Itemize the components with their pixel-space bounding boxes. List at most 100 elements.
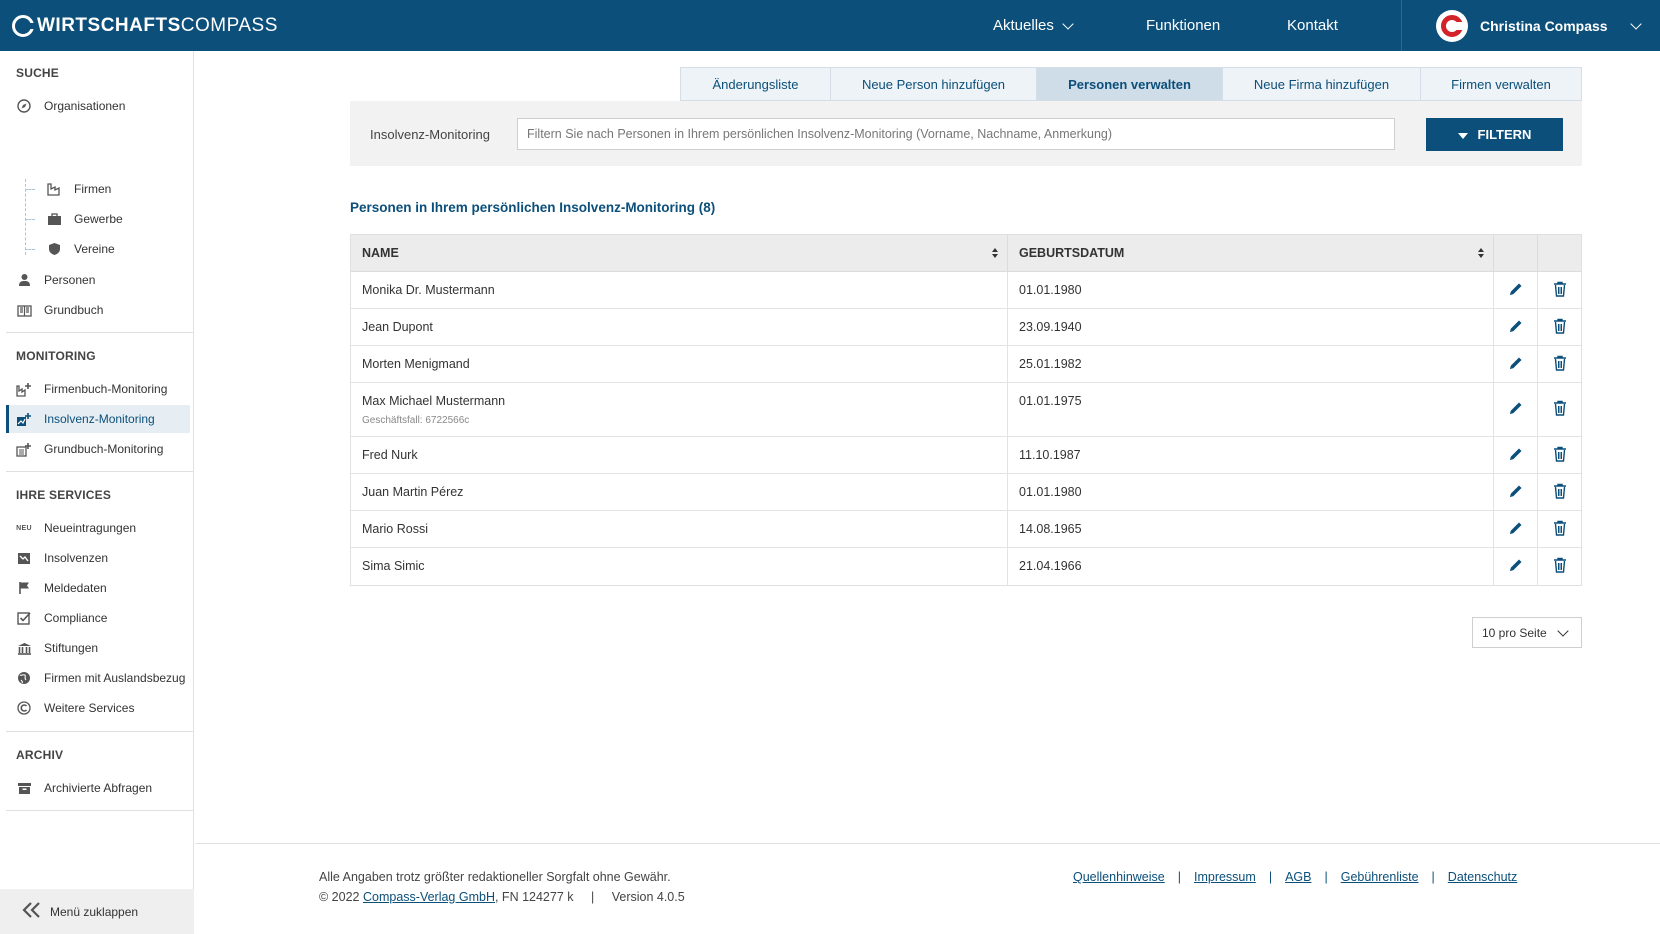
brand-logo[interactable]: WIRTSCHAFTSCOMPASS: [12, 14, 278, 38]
tab-firmen-verwalten[interactable]: Firmen verwalten: [1420, 67, 1582, 101]
birthdate: 23.09.1940: [1019, 320, 1082, 334]
footer-link-gebuehrenliste[interactable]: Gebührenliste: [1341, 870, 1419, 884]
sidebar-item-label: Firmen mit Auslandsbezug: [44, 671, 186, 685]
shield-icon: [46, 241, 62, 257]
version: Version 4.0.5: [611, 890, 685, 904]
globe-icon: [16, 670, 32, 686]
collapse-menu-label: Menü zuklappen: [50, 905, 139, 919]
cell-birthdate: 23.09.1940: [1008, 309, 1494, 345]
book-icon: [16, 302, 32, 318]
sidebar-item-label: Archivierte Abfragen: [44, 781, 153, 795]
cell-name: Monika Dr. Mustermann: [351, 272, 1008, 308]
copyright-prefix: © 2022: [319, 890, 360, 904]
edit-button[interactable]: [1494, 474, 1538, 510]
delete-button[interactable]: [1538, 474, 1581, 510]
trash-icon: [1553, 446, 1567, 465]
top-bar: WIRTSCHAFTSCOMPASS Aktuelles Funktionen …: [0, 0, 1660, 51]
delete-button[interactable]: [1538, 309, 1581, 345]
sidebar-item-stiftungen[interactable]: Stiftungen: [6, 634, 190, 662]
delete-button[interactable]: [1538, 346, 1581, 382]
chevron-down-icon: [1629, 17, 1642, 30]
column-header-label: NAME: [362, 246, 399, 260]
delete-button[interactable]: [1538, 383, 1581, 436]
edit-button[interactable]: [1494, 346, 1538, 382]
filter-button-label: FILTERN: [1477, 127, 1532, 142]
person-name: Juan Martin Pérez: [362, 485, 464, 499]
filter-button[interactable]: FILTERN: [1426, 118, 1563, 151]
archive-icon: [16, 780, 32, 796]
compass-red-logo-icon: [1436, 9, 1468, 42]
sidebar-item-meldedaten[interactable]: Meldedaten: [6, 574, 190, 602]
cell-name: Jean Dupont: [351, 309, 1008, 345]
company-link[interactable]: Compass-Verlag GmbH: [363, 890, 495, 904]
chevron-down-icon: [1062, 17, 1074, 30]
table-row: Jean Dupont 23.09.1940: [351, 309, 1581, 346]
nav-kontakt[interactable]: Kontakt: [1287, 0, 1338, 51]
delete-button[interactable]: [1538, 548, 1581, 585]
sidebar-item-grundbuch-monitoring[interactable]: Grundbuch-Monitoring: [6, 435, 190, 463]
chevron-down-icon: [1557, 625, 1569, 637]
cell-name: Sima Simic: [351, 548, 1008, 585]
sidebar-item-insolvenzen[interactable]: Insolvenzen: [6, 544, 190, 572]
filter-input[interactable]: [517, 118, 1395, 150]
delete-button[interactable]: [1538, 272, 1581, 308]
footer-disclaimer: Alle Angaben trotz größter redaktionelle…: [319, 870, 671, 884]
cell-name: Fred Nurk: [351, 437, 1008, 473]
footer-link-impressum[interactable]: Impressum: [1194, 870, 1256, 884]
nav-funktionen[interactable]: Funktionen: [1146, 0, 1220, 51]
c-logo-icon: [16, 700, 32, 716]
sidebar-item-compliance[interactable]: Compliance: [6, 604, 190, 632]
brand-name-light: COMPASS: [180, 15, 278, 36]
edit-button[interactable]: [1494, 511, 1538, 547]
tab-personen-verwalten[interactable]: Personen verwalten: [1036, 67, 1222, 101]
person-name: Mario Rossi: [362, 522, 428, 536]
tab-aenderungsliste[interactable]: Änderungsliste: [680, 67, 830, 101]
edit-button[interactable]: [1494, 309, 1538, 345]
checkbox-icon: [16, 610, 32, 626]
column-header-geburtsdatum[interactable]: GEBURTSDATUM: [1008, 235, 1494, 271]
sidebar-item-firmen-mit-auslandsbezug[interactable]: Firmen mit Auslandsbezug: [6, 664, 190, 692]
user-menu[interactable]: Christina Compass: [1401, 0, 1660, 51]
footer-link-quellenhinweise[interactable]: Quellenhinweise: [1073, 870, 1165, 884]
sidebar-item-gewerbe[interactable]: Gewerbe: [6, 205, 190, 233]
sidebar-item-label: Personen: [44, 273, 96, 287]
sidebar-item-neueintragungen[interactable]: NEU Neueintragungen: [6, 514, 190, 542]
edit-button[interactable]: [1494, 383, 1538, 436]
column-header-name[interactable]: NAME: [351, 235, 1008, 271]
monitor-add-icon: [16, 411, 32, 427]
user-name: Christina Compass: [1480, 17, 1608, 34]
table-row: Fred Nurk 11.10.1987: [351, 437, 1581, 474]
footer-link-datenschutz[interactable]: Datenschutz: [1448, 870, 1517, 884]
tab-neue-firma-hinzufuegen[interactable]: Neue Firma hinzufügen: [1222, 67, 1420, 101]
sidebar-item-insolvenz-monitoring[interactable]: Insolvenz-Monitoring: [6, 405, 190, 433]
delete-button[interactable]: [1538, 511, 1581, 547]
sidebar-item-weitere-services[interactable]: Weitere Services: [6, 694, 190, 722]
collapse-menu-button[interactable]: Menü zuklappen: [0, 889, 194, 934]
column-header-edit: [1494, 235, 1538, 271]
per-page-select[interactable]: 10 pro Seite: [1472, 617, 1582, 648]
table-body: Monika Dr. Mustermann 01.01.1980 Jean Dupo…: [351, 272, 1581, 585]
tab-neue-person-hinzufuegen[interactable]: Neue Person hinzufügen: [830, 67, 1036, 101]
persons-table: NAME GEBURTSDATUM Monika Dr. Mustermann 0…: [350, 234, 1582, 586]
nav-aktuelles[interactable]: Aktuelles: [993, 0, 1074, 51]
section-title-suche: SUCHE: [16, 66, 60, 80]
sidebar-item-firmen[interactable]: Firmen: [6, 175, 190, 203]
flag-icon: [16, 580, 32, 596]
sidebar-item-grundbuch[interactable]: Grundbuch: [6, 296, 190, 324]
sidebar-item-organisationen[interactable]: Organisationen: [6, 92, 190, 120]
sidebar-item-firmenbuch-monitoring[interactable]: Firmenbuch-Monitoring: [6, 375, 190, 403]
birthdate: 25.01.1982: [1019, 357, 1082, 371]
edit-button[interactable]: [1494, 437, 1538, 473]
column-header-label: GEBURTSDATUM: [1019, 246, 1125, 260]
pencil-icon: [1508, 557, 1524, 576]
footer-link-agb[interactable]: AGB: [1285, 870, 1311, 884]
sidebar-item-archivierte-abfragen[interactable]: Archivierte Abfragen: [6, 774, 190, 802]
edit-button[interactable]: [1494, 272, 1538, 308]
sidebar-item-personen[interactable]: Personen: [6, 266, 190, 294]
delete-button[interactable]: [1538, 437, 1581, 473]
pencil-icon: [1508, 483, 1524, 502]
edit-button[interactable]: [1494, 548, 1538, 585]
sidebar-item-vereine[interactable]: Vereine: [6, 235, 190, 263]
person-name: Sima Simic: [362, 559, 425, 573]
trash-icon: [1553, 318, 1567, 337]
